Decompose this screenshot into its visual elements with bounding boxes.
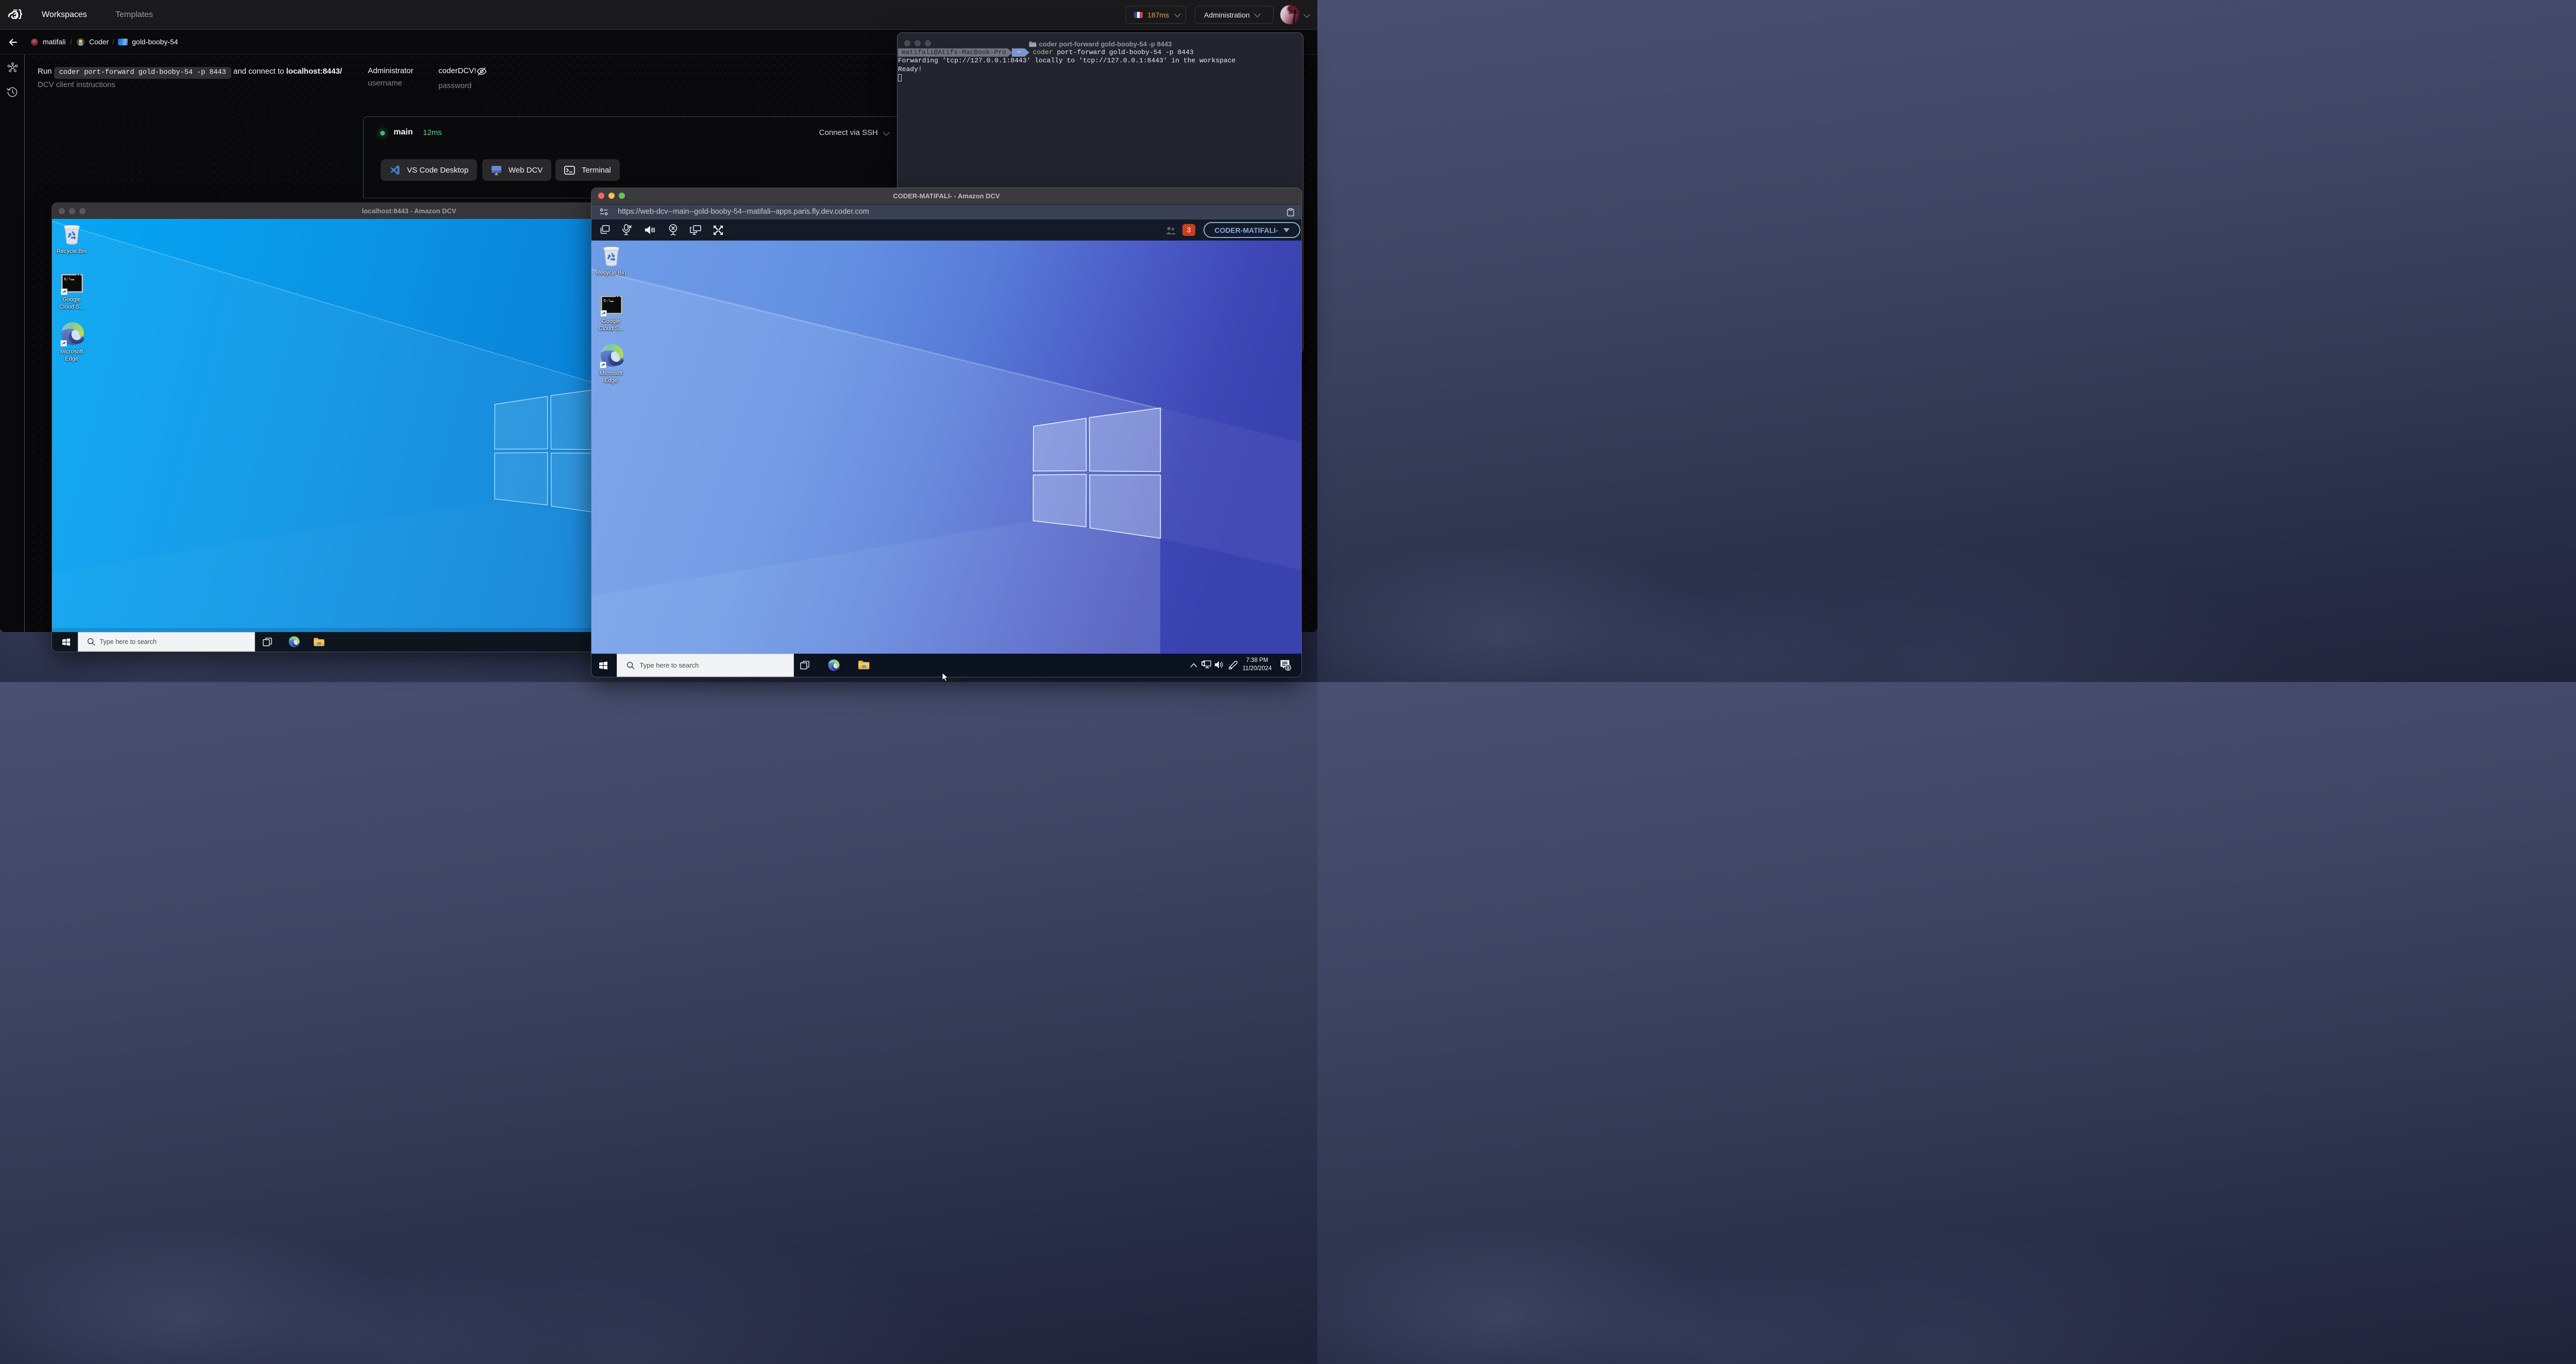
svg-text:1: 1 <box>1286 665 1289 670</box>
